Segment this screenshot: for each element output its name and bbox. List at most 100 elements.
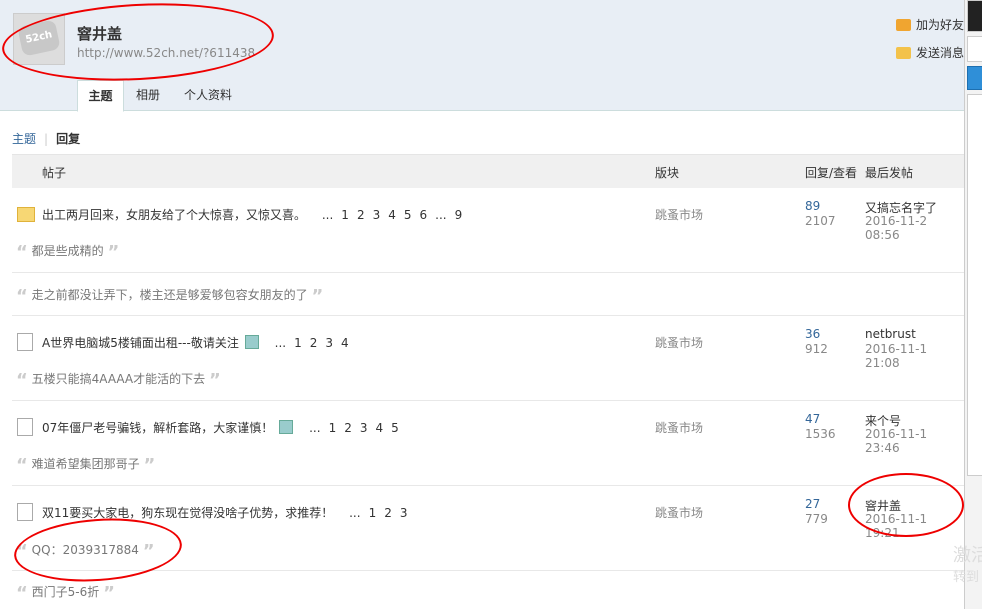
sub-nav: 主题 | 回复 <box>12 130 80 147</box>
reply-count[interactable]: 89 <box>805 199 820 213</box>
page-link[interactable]: 3 <box>325 336 333 350</box>
last-post-time[interactable]: 2016-11-1 19:21 <box>865 512 964 540</box>
page-ellipsis: ... <box>321 208 334 222</box>
thread-title-row: 07年僵尸老号骗钱，解析套路，大家谨慎！ ... 1 2 3 4 5 <box>42 419 399 436</box>
document-icon <box>17 503 33 521</box>
reply-quote[interactable]: “ 西门子5-6折 ” <box>16 583 115 604</box>
page-link[interactable]: 1 <box>369 506 377 520</box>
page-links: ... 1 2 3 4 5 6... 9 <box>314 208 462 222</box>
divider <box>12 570 964 571</box>
page-links: ... 1 2 3 4 5 <box>301 421 399 435</box>
last-poster[interactable]: netbrust <box>865 327 916 341</box>
attachment-image-icon <box>279 420 294 434</box>
col-last-post: 最后发帖 <box>865 166 914 180</box>
col-forum: 版块 <box>655 166 680 180</box>
quote-text: QQ：2039317884 <box>31 543 139 557</box>
forum-name[interactable]: 跳蚤市场 <box>655 504 703 521</box>
table-row: 双11要买大家电，狗东现在觉得没啥子优势，求推荐！ ... 1 2 3 跳蚤市场 27… <box>12 497 964 540</box>
side-panel-body <box>967 94 982 476</box>
reply-quote[interactable]: “ 走之前都没让弄下，楼主还是够爱够包容女朋友的了 ” <box>16 286 323 307</box>
reply-quote[interactable]: “ 难道希望集团那哥子 ” <box>16 455 155 476</box>
page-ellipsis: ... <box>274 336 287 350</box>
page-link[interactable]: 4 <box>341 336 349 350</box>
page-ellipsis: ... <box>435 208 447 222</box>
avatar[interactable]: 52ch <box>13 13 65 65</box>
side-panel-avatar[interactable] <box>967 0 982 32</box>
page-link[interactable]: 3 <box>400 506 408 520</box>
side-panel-box <box>967 36 982 62</box>
page-link[interactable]: 2 <box>384 506 392 520</box>
page-link[interactable]: 1 <box>294 336 302 350</box>
add-friend-label: 加为好友 <box>916 18 965 32</box>
divider <box>12 315 964 316</box>
profile-url[interactable]: http://www.52ch.net/?611438 <box>77 46 255 60</box>
thread-title-row: 双11要买大家电，狗东现在觉得没啥子优势，求推荐！ ... 1 2 3 <box>42 504 407 521</box>
send-message-link[interactable]: 发送消息 <box>896 44 964 61</box>
page-link[interactable]: 4 <box>388 208 396 222</box>
forum-name[interactable]: 跳蚤市场 <box>655 419 703 436</box>
forum-name[interactable]: 跳蚤市场 <box>655 206 703 223</box>
last-post-time[interactable]: 2016-11-1 23:46 <box>865 427 964 455</box>
subnav-replies[interactable]: 回复 <box>56 132 80 146</box>
quote-open-icon: “ <box>16 541 28 562</box>
profile-header: 52ch 窨井盖 http://www.52ch.net/?611438 加为好… <box>0 0 982 112</box>
page-ellipsis: ... <box>349 506 361 520</box>
thread-title[interactable]: 双11要买大家电，狗东现在觉得没啥子优势，求推荐！ <box>42 506 333 520</box>
quote-close-icon: ” <box>142 541 155 562</box>
quote-close-icon: ” <box>103 583 115 604</box>
last-post-time[interactable]: 2016-11-2 08:56 <box>865 214 964 242</box>
add-friend-link[interactable]: 加为好友 <box>896 16 964 33</box>
subnav-separator: | <box>44 132 49 146</box>
page-link[interactable]: 2 <box>310 336 318 350</box>
last-post-time[interactable]: 2016-11-1 21:08 <box>865 342 964 370</box>
tab-album[interactable]: 相册 <box>127 80 169 110</box>
thread-title[interactable]: 07年僵尸老号骗钱，解析套路，大家谨慎！ <box>42 421 273 435</box>
quote-text: 难道希望集团那哥子 <box>31 457 140 471</box>
reply-quote[interactable]: “ 五楼只能搞4AAAA才能活的下去 ” <box>16 370 221 391</box>
subnav-threads[interactable]: 主题 <box>12 132 36 146</box>
page-link[interactable]: 3 <box>373 208 381 222</box>
page-link[interactable]: 6 <box>420 208 428 222</box>
username[interactable]: 窨井盖 <box>77 23 122 44</box>
table-row: A世界电脑城5楼铺面出租---敬请关注 ... 1 2 3 4 跳蚤市场 36 912 … <box>12 327 964 370</box>
quote-close-icon: ” <box>107 242 120 263</box>
reply-count[interactable]: 27 <box>805 497 820 511</box>
page-link[interactable]: 9 <box>455 208 463 222</box>
reply-count[interactable]: 47 <box>805 412 820 426</box>
divider <box>12 485 964 486</box>
avatar-logo: 52ch <box>17 19 61 57</box>
quote-close-icon: ” <box>311 286 324 307</box>
view-count: 912 <box>805 342 828 356</box>
forum-name[interactable]: 跳蚤市场 <box>655 334 703 351</box>
envelope-icon <box>896 47 911 59</box>
page-link[interactable]: 3 <box>360 421 368 435</box>
page-link[interactable]: 5 <box>404 208 412 222</box>
quote-close-icon: ” <box>208 370 221 391</box>
quote-open-icon: “ <box>16 370 28 391</box>
page-link[interactable]: 1 <box>341 208 349 222</box>
page-link[interactable]: 5 <box>391 421 399 435</box>
reply-quote[interactable]: “ 都是些成精的 ” <box>16 242 119 263</box>
quote-close-icon: ” <box>143 455 156 476</box>
quote-text: 五楼只能搞4AAAA才能活的下去 <box>31 372 206 386</box>
tab-threads[interactable]: 主题 <box>77 80 124 112</box>
page-links: ... 1 2 3 4 <box>267 336 349 350</box>
quote-open-icon: “ <box>16 286 28 307</box>
page-link[interactable]: 4 <box>375 421 383 435</box>
thread-title-row: A世界电脑城5楼铺面出租---敬请关注 ... 1 2 3 4 <box>42 334 349 351</box>
quote-text: 都是些成精的 <box>31 244 104 258</box>
view-count: 779 <box>805 512 828 526</box>
quote-open-icon: “ <box>16 583 28 604</box>
page-link[interactable]: 1 <box>329 421 337 435</box>
reply-count[interactable]: 36 <box>805 327 820 341</box>
thread-title[interactable]: 出工两月回来，女朋友给了个大惊喜，又惊又喜。 <box>42 208 306 222</box>
divider <box>12 272 964 273</box>
tab-profile[interactable]: 个人资料 <box>177 80 239 110</box>
side-panel-settings-icon[interactable] <box>967 66 982 90</box>
thread-title[interactable]: A世界电脑城5楼铺面出租---敬请关注 <box>42 336 239 350</box>
page-link[interactable]: 2 <box>357 208 365 222</box>
folder-icon <box>17 207 35 222</box>
thread-title-row: 出工两月回来，女朋友给了个大惊喜，又惊又喜。 ... 1 2 3 4 5 6... 9 <box>42 206 462 223</box>
page-link[interactable]: 2 <box>344 421 352 435</box>
reply-quote[interactable]: “ QQ：2039317884 ” <box>16 541 155 562</box>
